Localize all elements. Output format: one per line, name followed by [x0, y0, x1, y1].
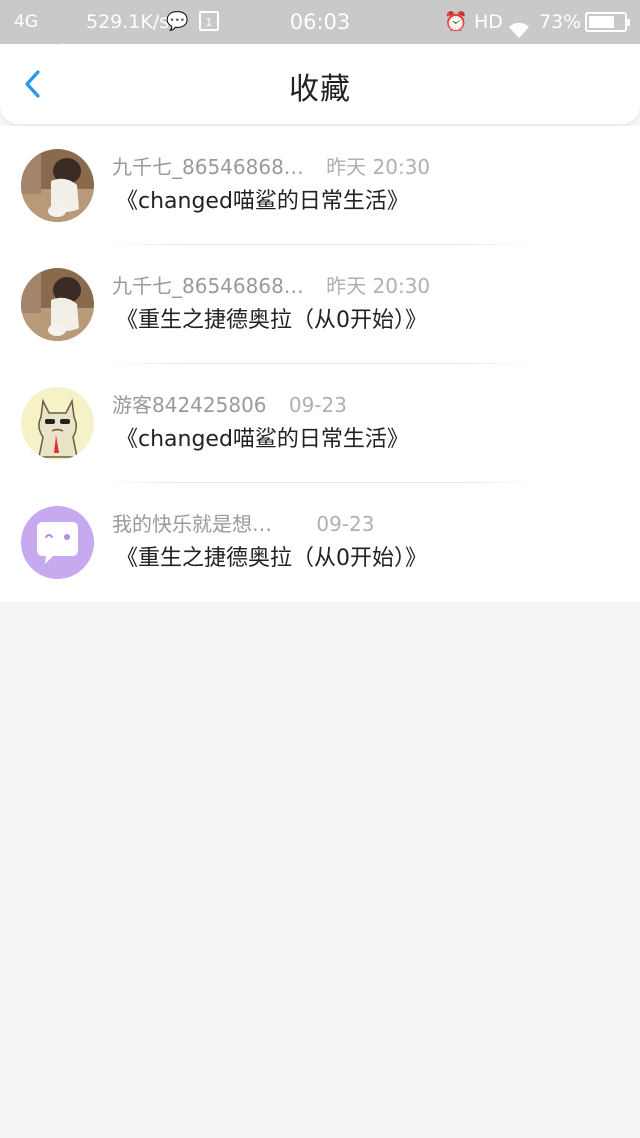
battery-percent: 73%: [539, 11, 582, 33]
child-photo-avatar-icon: [21, 149, 94, 222]
chat-bubble-face-icon: [21, 506, 94, 579]
story-title: 《重生之捷德奥拉（从0开始）》: [116, 546, 427, 571]
favorite-item[interactable]: 我的快乐就是想… 09-23 《重生之捷德奥拉（从0开始）》: [0, 482, 640, 602]
favorites-list: 九千七_86546868… 昨天 20:30 《changed喵鲨的日常生活》 …: [0, 126, 640, 602]
alarm-icon: ⏰: [444, 11, 468, 33]
avatar[interactable]: [21, 268, 94, 341]
timestamp: 09-23: [316, 512, 375, 536]
child-photo-avatar-icon: [21, 268, 94, 341]
avatar[interactable]: [21, 506, 94, 579]
status-bar: 4G 529.1K/s 💬 1 06:03 ⏰ HD 73%: [0, 0, 640, 58]
story-title: 《changed喵鲨的日常生活》: [116, 189, 409, 214]
favorite-item[interactable]: 游客842425806 09-23 《changed喵鲨的日常生活》: [0, 363, 640, 483]
cat-drawing-avatar-icon: [21, 387, 94, 460]
wifi-icon: [506, 12, 532, 38]
avatar[interactable]: [21, 387, 94, 460]
story-title: 《重生之捷德奥拉（从0开始）》: [116, 308, 427, 333]
page-title: 收藏: [289, 72, 351, 107]
timestamp: 09-23: [288, 393, 348, 417]
favorite-item[interactable]: 九千七_86546868… 昨天 20:30 《重生之捷德奥拉（从0开始）》: [0, 244, 640, 364]
hd-indicator: HD: [474, 11, 503, 33]
favorite-item[interactable]: 九千七_86546868… 昨天 20:30 《changed喵鲨的日常生活》: [0, 126, 640, 245]
timestamp: 昨天 20:30: [326, 274, 431, 298]
author-name: 游客842425806: [112, 393, 267, 417]
battery-icon: [585, 12, 630, 32]
battery-fill: [589, 16, 614, 28]
author-name: 我的快乐就是想…: [112, 512, 272, 536]
avatar[interactable]: [21, 149, 94, 222]
story-title: 《changed喵鲨的日常生活》: [116, 427, 409, 452]
timestamp: 昨天 20:30: [326, 155, 431, 179]
author-name: 九千七_86546868…: [112, 155, 304, 179]
nav-header: 收藏: [0, 44, 640, 124]
author-name: 九千七_86546868…: [112, 274, 304, 298]
